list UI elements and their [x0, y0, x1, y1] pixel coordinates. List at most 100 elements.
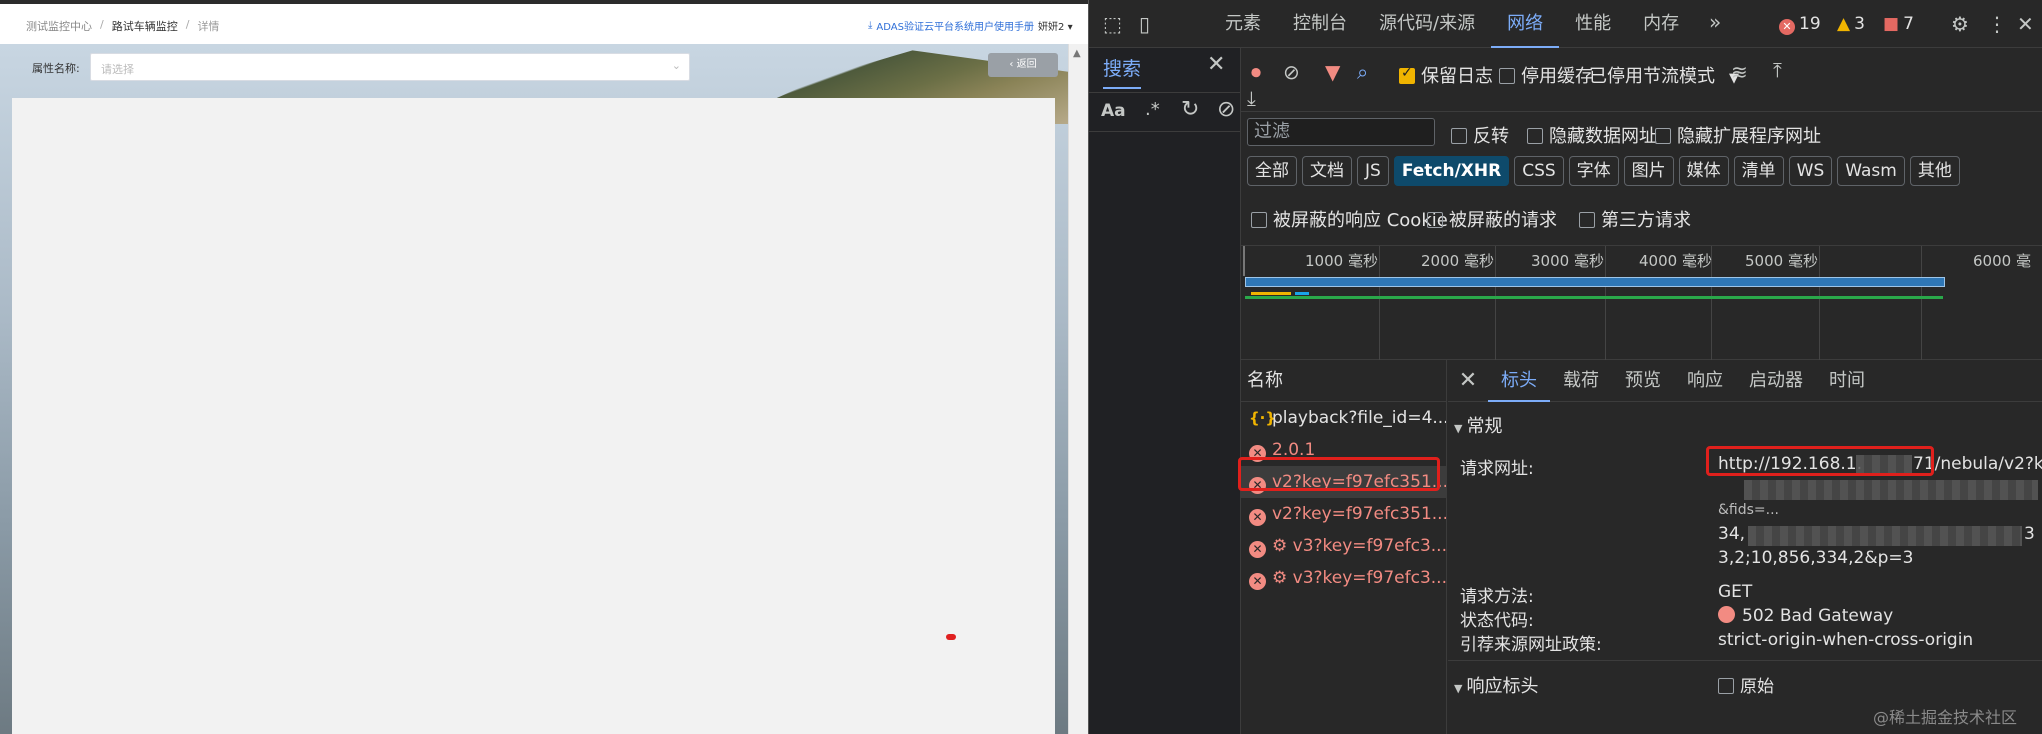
tab-sources[interactable]: 源代码/来源 — [1363, 0, 1491, 48]
inspect-element-icon[interactable]: ⬚ — [1103, 12, 1122, 36]
type-filter-img[interactable]: 图片 — [1623, 156, 1674, 186]
request-row[interactable]: ✕ ⚙ v3?key=f97efc3... — [1241, 562, 1446, 594]
throttle-select[interactable]: 已停用节流模式 ▼ — [1589, 62, 1739, 88]
tab-timing[interactable]: 时间 — [1816, 360, 1878, 402]
scroll-up-icon[interactable]: ▲ — [1073, 48, 1081, 59]
attribute-name-label: 属性名称: — [32, 62, 80, 75]
clear-log-icon[interactable]: ⊘ — [1283, 60, 1300, 84]
page-scrollbar[interactable]: ▲ — [1068, 44, 1088, 734]
more-tabs-icon[interactable]: » — [1709, 10, 1721, 34]
hide-data-urls-label: 隐藏数据网址 — [1549, 126, 1657, 147]
raw-checkbox[interactable]: 原始 — [1718, 672, 1774, 697]
map-marker — [946, 634, 956, 640]
issues-count-badge[interactable]: ■ 7 — [1883, 14, 1914, 34]
general-section-toggle[interactable]: ▼ 常规 — [1454, 412, 1502, 438]
blocked-cookies-checkbox[interactable]: 被屏蔽的响应 Cookie — [1251, 206, 1448, 232]
type-filter-wasm[interactable]: Wasm — [1837, 156, 1905, 186]
tab-headers[interactable]: 标头 — [1488, 360, 1550, 402]
page-header: 测试监控中心 / 路试车辆监控 / 详情 ⤓ ADAS验证云平台系统用户使用手册… — [0, 0, 1088, 44]
expand-triangle-icon: ▼ — [1454, 422, 1463, 435]
preserve-log-label: 保留日志 — [1421, 66, 1493, 87]
request-row[interactable]: {·}playback?file_id=4... — [1241, 402, 1446, 434]
tab-network[interactable]: 网络 — [1491, 0, 1560, 48]
export-har-icon[interactable]: ⤓ — [1247, 86, 1256, 110]
filter-row: 属性名称: 请选择 ⌄ ‹ 返回 — [12, 50, 1058, 88]
close-details-icon[interactable]: ✕ — [1448, 368, 1488, 393]
type-filter-media[interactable]: 媒体 — [1678, 156, 1729, 186]
settings-gear-icon[interactable]: ⚙ — [1951, 12, 1969, 36]
tab-payload[interactable]: 载荷 — [1550, 360, 1612, 402]
tab-preview[interactable]: 预览 — [1612, 360, 1674, 402]
resource-type-filters: 全部 文档 JS Fetch/XHR CSS 字体 图片 媒体 清单 WS Wa… — [1247, 156, 1960, 186]
checkbox — [1499, 68, 1515, 84]
type-filter-css[interactable]: CSS — [1514, 156, 1564, 186]
checkbox — [1579, 212, 1595, 228]
import-har-icon[interactable]: ⤒ — [1773, 58, 1782, 82]
third-party-checkbox[interactable]: 第三方请求 — [1579, 206, 1691, 232]
timeline-load-line — [1245, 296, 1943, 299]
issues-icon: ■ — [1883, 14, 1900, 34]
blocked-requests-checkbox[interactable]: 被屏蔽的请求 — [1427, 206, 1557, 232]
filter-funnel-icon[interactable]: ▼ — [1325, 60, 1340, 84]
response-headers-toggle[interactable]: ▼ 响应标头 — [1454, 672, 1538, 698]
breadcrumb-item-vehicle-monitor[interactable]: 路试车辆监控 — [112, 18, 178, 34]
type-filter-all[interactable]: 全部 — [1247, 156, 1297, 186]
regex-toggle[interactable]: .* — [1145, 99, 1160, 120]
tab-response[interactable]: 响应 — [1674, 360, 1736, 402]
timeline-tick-label: 4000 毫秒 — [1639, 252, 1712, 270]
tab-console[interactable]: 控制台 — [1277, 0, 1363, 48]
filter-input[interactable]: 过滤 — [1247, 118, 1435, 146]
devtools-tab-bar: ⬚ ▯ 元素 控制台 源代码/来源 网络 性能 内存 » ✕ 19 ▲ 3 ■ 7 ⚙… — [1089, 0, 2042, 48]
checkbox — [1427, 212, 1443, 228]
timeline-gridline — [1605, 246, 1606, 360]
back-button-label: 返回 — [1016, 59, 1037, 70]
timeline-gridline — [1379, 246, 1380, 360]
disable-cache-label: 停用缓存 — [1521, 66, 1593, 87]
error-icon: ✕ — [1249, 541, 1266, 558]
type-filter-font[interactable]: 字体 — [1568, 156, 1619, 186]
type-filter-js[interactable]: JS — [1357, 156, 1389, 186]
invert-checkbox[interactable]: 反转 — [1451, 122, 1509, 148]
devtools: ⬚ ▯ 元素 控制台 源代码/来源 网络 性能 内存 » ✕ 19 ▲ 3 ■ 7 ⚙… — [1089, 0, 2042, 734]
type-filter-manifest[interactable]: 清单 — [1733, 156, 1784, 186]
request-row[interactable]: ✕ v2?key=f97efc351... — [1241, 498, 1446, 530]
error-count: 19 — [1799, 14, 1821, 34]
attribute-select[interactable]: 请选择 ⌄ — [90, 53, 690, 81]
user-manual-link[interactable]: ⤓ ADAS验证云平台系统用户使用手册 — [868, 18, 1034, 33]
match-case-toggle[interactable]: Aa — [1101, 101, 1126, 121]
network-timeline-overview[interactable]: 1000 毫秒 2000 毫秒 3000 毫秒 4000 毫秒 5000 毫秒 … — [1241, 246, 2042, 360]
type-filter-other[interactable]: 其他 — [1909, 156, 1960, 186]
user-menu[interactable]: 妍妍2 ▾ — [1038, 18, 1073, 33]
error-count-badge[interactable]: ✕ 19 — [1779, 14, 1821, 35]
network-conditions-icon[interactable]: ≋ — [1731, 60, 1748, 84]
hide-data-urls-checkbox[interactable]: 隐藏数据网址 — [1527, 122, 1657, 148]
device-toolbar-icon[interactable]: ▯ — [1139, 12, 1150, 36]
type-filter-fetch-xhr[interactable]: Fetch/XHR — [1393, 156, 1510, 186]
kebab-menu-icon[interactable]: ⋮ — [1987, 12, 2007, 36]
tab-elements[interactable]: 元素 — [1209, 0, 1277, 48]
tab-memory[interactable]: 内存 — [1627, 0, 1695, 48]
tab-performance[interactable]: 性能 — [1559, 0, 1627, 48]
tab-initiator[interactable]: 启动器 — [1736, 360, 1816, 402]
stop-recording-icon[interactable]: ⏺ — [1251, 60, 1261, 84]
name-column-header[interactable]: 名称 — [1241, 360, 1446, 402]
request-url-line-c: 3 — [2024, 524, 2035, 544]
type-filter-ws[interactable]: WS — [1788, 156, 1833, 186]
request-row[interactable]: ✕ ⚙ v3?key=f97efc3... — [1241, 530, 1446, 562]
disable-cache-checkbox[interactable]: 停用缓存 — [1499, 62, 1593, 88]
search-tab[interactable]: 搜索 — [1103, 54, 1142, 89]
refresh-icon[interactable]: ↻ — [1181, 97, 1199, 122]
timeline-segment-download — [1295, 292, 1309, 295]
preserve-log-checkbox[interactable]: 保留日志 — [1399, 62, 1493, 88]
chevron-down-icon: ⌄ — [671, 59, 681, 72]
search-icon[interactable]: ⌕ — [1357, 60, 1368, 84]
warning-count-badge[interactable]: ▲ 3 — [1837, 14, 1865, 34]
close-devtools-icon[interactable]: ✕ — [2017, 12, 2034, 36]
breadcrumb-item-monitor-center[interactable]: 测试监控中心 — [26, 18, 92, 34]
clear-icon[interactable]: ⊘ — [1217, 97, 1235, 122]
type-filter-doc[interactable]: 文档 — [1302, 156, 1352, 186]
close-search-icon[interactable]: ✕ — [1207, 52, 1225, 77]
hide-extension-urls-checkbox[interactable]: 隐藏扩展程序网址 — [1655, 122, 1821, 148]
back-button[interactable]: ‹ 返回 — [988, 53, 1058, 77]
watermark: @稀土掘金技术社区 — [1873, 708, 2018, 727]
